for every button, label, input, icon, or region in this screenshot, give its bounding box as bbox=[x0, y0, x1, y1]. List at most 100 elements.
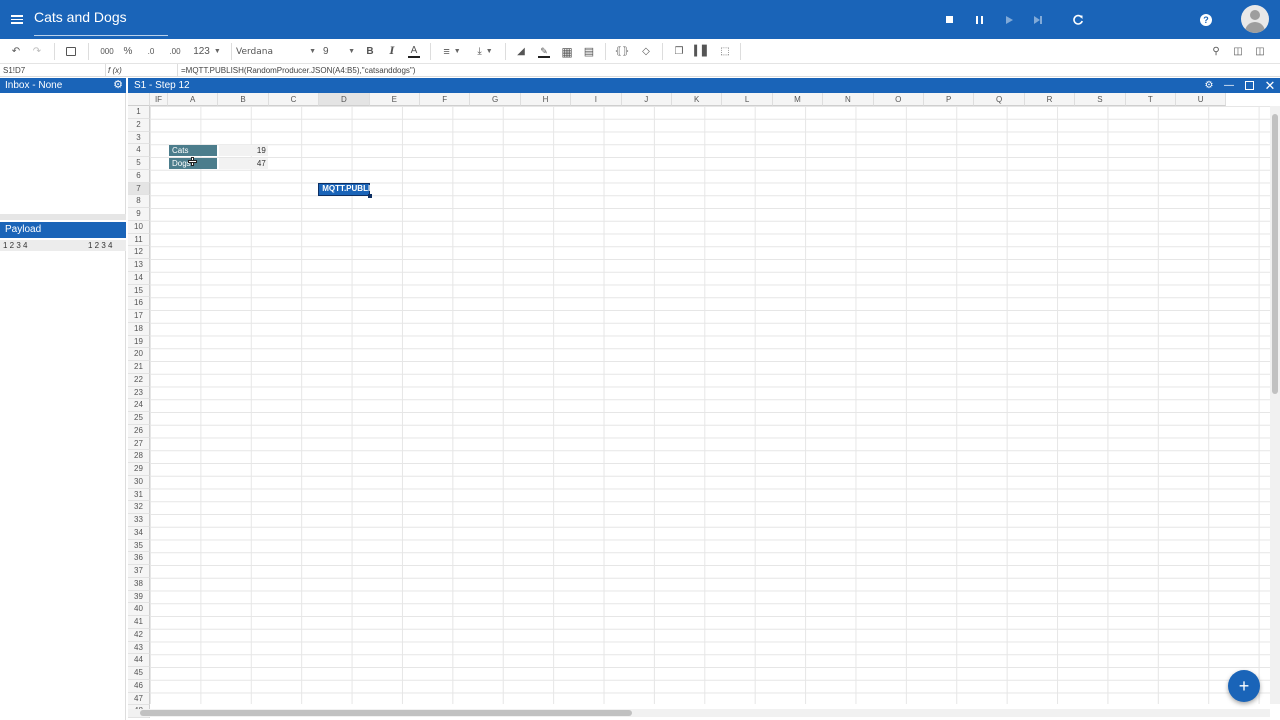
cell-b5[interactable]: 47 bbox=[219, 158, 268, 169]
skip-button[interactable] bbox=[1027, 0, 1049, 39]
line-color-button[interactable]: ✎ bbox=[536, 43, 552, 60]
row-header-47[interactable]: 47 bbox=[128, 692, 150, 706]
column-header-j[interactable]: J bbox=[621, 93, 672, 106]
column-header-if[interactable]: IF bbox=[150, 93, 168, 106]
spreadsheet-grid[interactable]: IF A B C D E F G H I J K L M N O P Q R S T U 1 2 3 4 5 6 7 8 9 10 11 12 1… bbox=[128, 93, 1280, 720]
shapes-button[interactable]: ❐ bbox=[671, 43, 687, 60]
row-header-15[interactable]: 15 bbox=[128, 284, 150, 298]
row-header-16[interactable]: 16 bbox=[128, 297, 150, 310]
user-avatar[interactable] bbox=[1241, 5, 1269, 33]
row-header-38[interactable]: 38 bbox=[128, 577, 150, 591]
row-header-46[interactable]: 46 bbox=[128, 679, 150, 693]
signal-button[interactable]: ⦃⦄ bbox=[614, 43, 630, 60]
machine-title[interactable]: Cats and Dogs bbox=[34, 6, 168, 36]
row-header-10[interactable]: 10 bbox=[128, 220, 150, 234]
column-header-a[interactable]: A bbox=[168, 93, 219, 106]
zoom-button[interactable]: ⚲ bbox=[1209, 43, 1223, 60]
row-header-37[interactable]: 37 bbox=[128, 565, 150, 578]
row-header-31[interactable]: 31 bbox=[128, 488, 150, 502]
row-header-34[interactable]: 34 bbox=[128, 526, 150, 540]
column-header-l[interactable]: L bbox=[722, 93, 773, 106]
column-header-t[interactable]: T bbox=[1125, 93, 1176, 106]
cell-area[interactable] bbox=[150, 106, 1270, 704]
row-header-7[interactable]: 7 bbox=[128, 182, 150, 196]
column-header-i[interactable]: I bbox=[571, 93, 622, 106]
row-header-19[interactable]: 19 bbox=[128, 335, 150, 349]
cell-format-button[interactable]: ▤ bbox=[581, 43, 597, 60]
add-sheet-button[interactable]: + bbox=[1228, 670, 1260, 702]
cell-d7[interactable]: MQTT.PUBLISH bbox=[318, 182, 381, 198]
font-family-dropdown[interactable]: Verdana ▼ bbox=[236, 43, 316, 60]
minimize-icon[interactable]: — bbox=[1221, 78, 1237, 93]
inbox-settings-icon[interactable]: ⚙ bbox=[113, 78, 123, 93]
row-header-23[interactable]: 23 bbox=[128, 386, 150, 400]
select-button[interactable]: ⬚ bbox=[717, 43, 733, 60]
cell-b4[interactable]: 19 bbox=[219, 145, 268, 157]
row-header-39[interactable]: 39 bbox=[128, 590, 150, 604]
percent-button[interactable]: % bbox=[121, 43, 135, 60]
row-header-14[interactable]: 14 bbox=[128, 271, 150, 285]
step-button[interactable] bbox=[998, 0, 1020, 39]
row-header-32[interactable]: 32 bbox=[128, 501, 150, 514]
column-header-u[interactable]: U bbox=[1176, 93, 1227, 106]
layout-button[interactable]: ◫ bbox=[1231, 43, 1245, 60]
row-header-29[interactable]: 29 bbox=[128, 463, 150, 476]
row-header-43[interactable]: 43 bbox=[128, 641, 150, 655]
pause-button[interactable] bbox=[968, 0, 990, 39]
row-header-42[interactable]: 42 bbox=[128, 628, 150, 642]
column-header-d[interactable]: D bbox=[319, 93, 370, 106]
cell-a4[interactable]: Cats bbox=[169, 145, 218, 157]
row-header-30[interactable]: 30 bbox=[128, 475, 150, 489]
maximize-icon[interactable] bbox=[1241, 78, 1257, 93]
inbox-list[interactable] bbox=[0, 93, 126, 214]
column-header-g[interactable]: G bbox=[470, 93, 521, 106]
number-format-dropdown[interactable]: 123 ▼ bbox=[193, 43, 221, 60]
column-header-p[interactable]: P bbox=[924, 93, 975, 106]
column-header-f[interactable]: F bbox=[420, 93, 471, 106]
format-painter-button[interactable] bbox=[63, 43, 79, 60]
row-header-33[interactable]: 33 bbox=[128, 514, 150, 527]
vertical-scrollbar[interactable] bbox=[1270, 106, 1280, 704]
row-header-21[interactable]: 21 bbox=[128, 361, 150, 374]
row-header-11[interactable]: 11 bbox=[128, 233, 150, 247]
row-header-18[interactable]: 18 bbox=[128, 322, 150, 336]
stop-button[interactable] bbox=[938, 0, 960, 39]
row-header-28[interactable]: 28 bbox=[128, 450, 150, 463]
row-header-40[interactable]: 40 bbox=[128, 603, 150, 616]
decrease-decimal-button[interactable]: .0 bbox=[142, 43, 160, 60]
align-horizontal-dropdown[interactable]: ≡ ▼ bbox=[439, 43, 465, 60]
row-header-2[interactable]: 2 bbox=[128, 118, 150, 132]
increase-decimal-button[interactable]: .00 bbox=[165, 43, 185, 60]
column-header-k[interactable]: K bbox=[672, 93, 723, 106]
row-header-45[interactable]: 45 bbox=[128, 667, 150, 680]
column-header-c[interactable]: C bbox=[268, 93, 320, 106]
font-size-dropdown[interactable]: 9 ▼ bbox=[323, 43, 355, 60]
cell-reference[interactable]: S1!D7 bbox=[3, 66, 25, 75]
row-header-6[interactable]: 6 bbox=[128, 169, 150, 183]
row-header-20[interactable]: 20 bbox=[128, 348, 150, 361]
italic-button[interactable]: I bbox=[385, 43, 399, 60]
column-header-o[interactable]: O bbox=[873, 93, 924, 106]
row-header-22[interactable]: 22 bbox=[128, 373, 150, 387]
column-header-m[interactable]: M bbox=[772, 93, 824, 106]
align-vertical-dropdown[interactable]: ⤓ ▼ bbox=[472, 43, 498, 60]
row-header-24[interactable]: 24 bbox=[128, 399, 150, 412]
borders-button[interactable]: ▦ bbox=[559, 43, 575, 60]
close-icon[interactable]: ✕ bbox=[1262, 78, 1278, 93]
column-header-b[interactable]: B bbox=[218, 93, 269, 106]
row-header-36[interactable]: 36 bbox=[128, 552, 150, 565]
sheet-settings-icon[interactable]: ⚙ bbox=[1201, 78, 1217, 93]
chart-button[interactable]: ▍▋ bbox=[694, 43, 710, 60]
row-header-9[interactable]: 9 bbox=[128, 208, 150, 221]
tag-button[interactable]: ◇ bbox=[638, 43, 654, 60]
bold-button[interactable]: B bbox=[363, 43, 377, 60]
column-header-n[interactable]: N bbox=[823, 93, 874, 106]
row-header-1[interactable]: 1 bbox=[128, 106, 150, 119]
row-header-44[interactable]: 44 bbox=[128, 654, 150, 667]
menu-button[interactable] bbox=[0, 0, 34, 39]
horizontal-scrollbar[interactable] bbox=[128, 709, 1270, 717]
row-header-17[interactable]: 17 bbox=[128, 310, 150, 323]
row-header-8[interactable]: 8 bbox=[128, 195, 150, 208]
column-header-r[interactable]: R bbox=[1024, 93, 1076, 106]
row-header-25[interactable]: 25 bbox=[128, 412, 150, 425]
